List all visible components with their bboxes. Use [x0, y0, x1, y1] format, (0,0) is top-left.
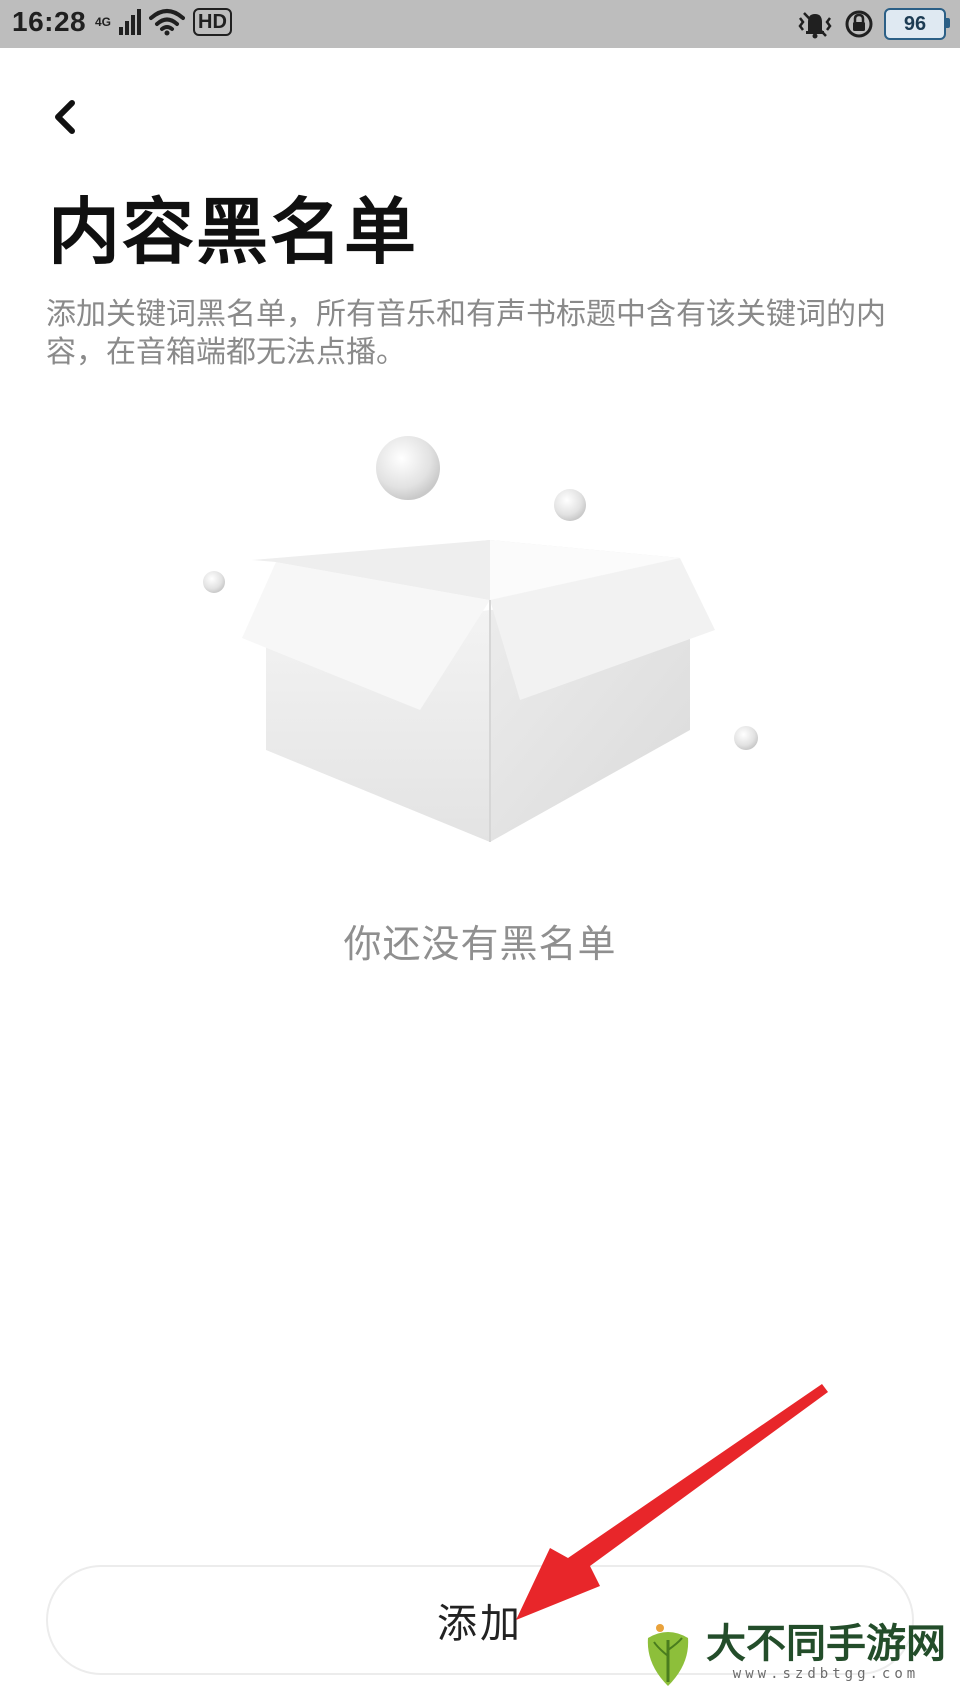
watermark-url: www.szdbtgg.com — [732, 1666, 920, 1682]
empty-box-icon — [203, 436, 758, 842]
watermark: 大不同手游网 www.szdbtgg.com — [638, 1616, 946, 1688]
rotation-lock-icon — [845, 10, 873, 38]
battery-level: 96 — [903, 12, 927, 35]
vibrate-bell-icon — [798, 12, 832, 39]
status-left-icons: 4G HD — [95, 8, 232, 36]
signal-icon — [119, 9, 142, 35]
hd-badge: HD — [193, 8, 232, 36]
empty-state-message: 你还没有黑名单 — [343, 922, 617, 966]
wifi-icon — [149, 9, 186, 36]
page-title: 内容黑名单 — [48, 190, 419, 274]
status-right-icons: 96 — [796, 8, 950, 40]
status-bar: 16:28 4G HD 96 — [0, 0, 960, 48]
battery-indicator: 96 — [884, 8, 950, 40]
watermark-text: 大不同手游网 www.szdbtgg.com — [706, 1622, 946, 1682]
network-type-label: 4G — [95, 15, 112, 29]
blacklist-screen: 16:28 4G HD 96 内容黑名单 添加关键词黑名单，所有音乐和有声书标题… — [0, 0, 960, 1692]
add-button-label: 添加 — [437, 1601, 523, 1647]
chevron-left-icon — [55, 100, 75, 134]
status-time: 16:28 — [12, 6, 87, 37]
watermark-title: 大不同手游网 — [706, 1621, 946, 1667]
back-button[interactable] — [40, 92, 90, 142]
page-description: 添加关键词黑名单，所有音乐和有声书标题中含有该关键词的内容，在音箱端都无法点播。 — [46, 297, 886, 370]
leaf-logo-icon — [647, 1624, 689, 1686]
